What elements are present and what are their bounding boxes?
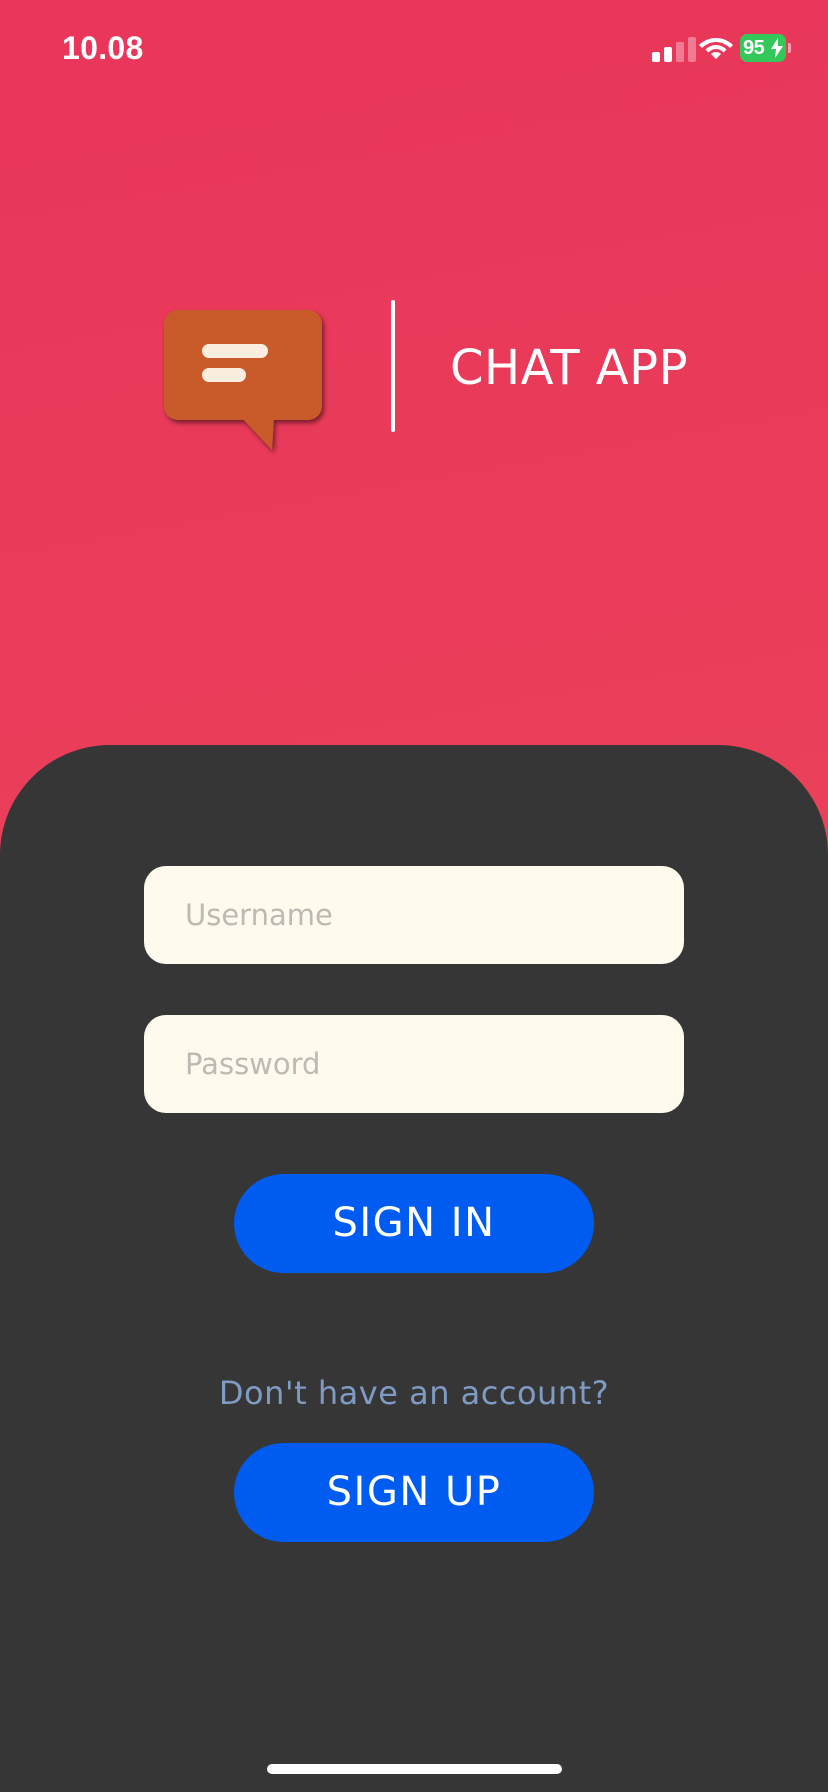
signup-prompt: Don't have an account? <box>218 1374 610 1412</box>
wifi-icon <box>699 38 733 59</box>
battery-charging-icon: 95 <box>740 34 791 62</box>
battery-tip <box>788 43 791 53</box>
home-indicator[interactable] <box>267 1764 562 1774</box>
sign-in-button[interactable]: SIGN IN <box>234 1174 594 1273</box>
cellular-signal-icon <box>652 34 700 62</box>
app-title: CHAT APP <box>450 340 689 396</box>
status-time: 10.08 <box>62 30 144 66</box>
status-bar: 10.08 95 <box>0 0 828 100</box>
password-input[interactable] <box>144 1015 684 1113</box>
chat-bubble-icon <box>164 310 322 450</box>
logo-divider <box>391 300 395 432</box>
username-input[interactable] <box>144 866 684 964</box>
sign-up-button[interactable]: SIGN UP <box>234 1443 594 1542</box>
charging-bolt-icon <box>771 38 783 58</box>
login-screen: 10.08 95 CHAT APP Username SIGN IN Don't… <box>0 0 828 1792</box>
